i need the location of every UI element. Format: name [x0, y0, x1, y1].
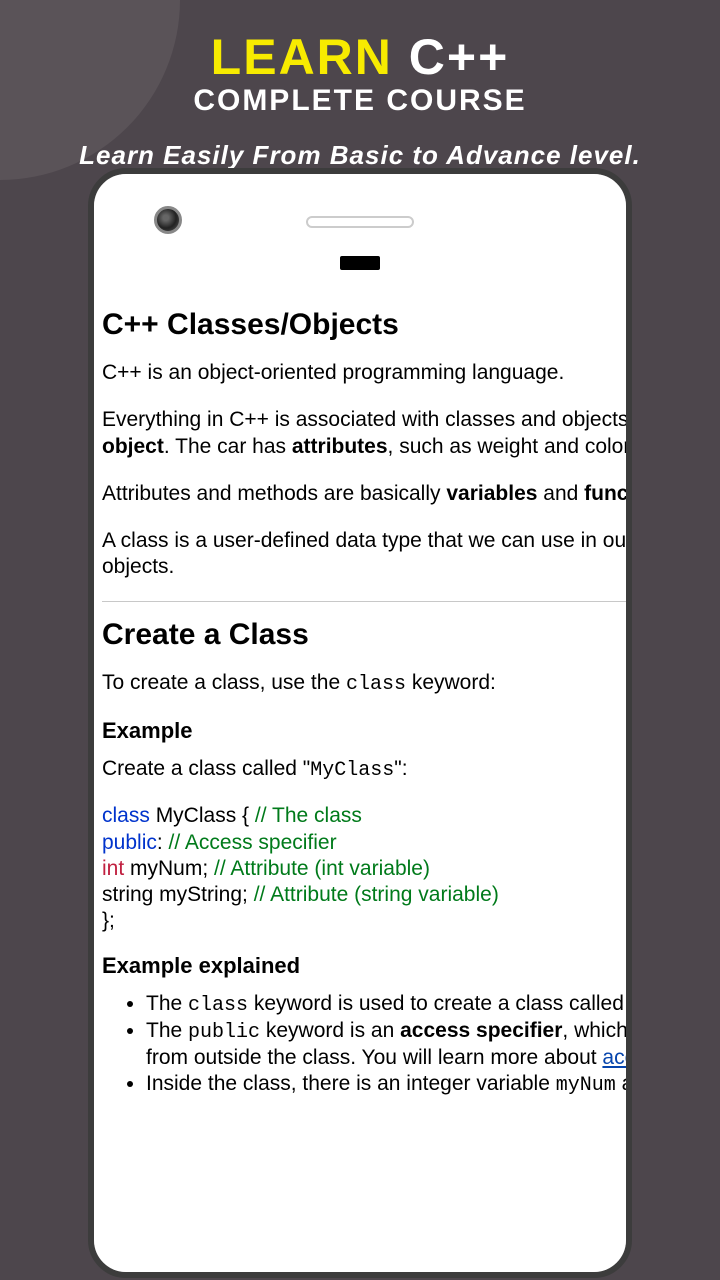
- hero-subtitle: COMPLETE COURSE: [0, 84, 720, 118]
- document-content[interactable]: C++ Classes/Objects C++ is an object-ori…: [94, 284, 626, 1272]
- paragraph: To create a class, use the class keyword…: [102, 670, 626, 698]
- paragraph: Everything in C++ is associated with cla…: [102, 407, 626, 461]
- explanation-list: The class keyword is used to create a cl…: [146, 991, 626, 1098]
- paragraph: C++ is an object-oriented programming la…: [102, 360, 626, 387]
- hero-header: LEARN C++ COMPLETE COURSE Learn Easily F…: [0, 0, 720, 171]
- example-heading: Example: [102, 718, 626, 744]
- list-item: The public keyword is an access specifie…: [146, 1018, 626, 1071]
- paragraph: Create a class called "MyClass":: [102, 756, 626, 784]
- paragraph: Attributes and methods are basically var…: [102, 481, 626, 508]
- speaker-grille: [306, 216, 414, 228]
- example-explained-heading: Example explained: [102, 953, 626, 979]
- section-title-create: Create a Class: [102, 618, 626, 652]
- code-block: class MyClass { // The class public: // …: [102, 803, 626, 934]
- access-link[interactable]: acc: [602, 1046, 626, 1069]
- hero-title: LEARN C++: [0, 28, 720, 86]
- list-item: Inside the class, there is an integer va…: [146, 1071, 626, 1098]
- hero-tagline: Learn Easily From Basic to Advance level…: [0, 140, 720, 171]
- status-bar-pill: [340, 256, 380, 270]
- paragraph: A class is a user-defined data type that…: [102, 528, 626, 582]
- phone-top-bezel: [94, 174, 626, 284]
- hero-word-learn: LEARN: [211, 29, 393, 85]
- list-item: The class keyword is used to create a cl…: [146, 991, 626, 1018]
- hero-word-cpp: C++: [409, 29, 510, 85]
- phone-frame: C++ Classes/Objects C++ is an object-ori…: [88, 168, 632, 1278]
- divider: [102, 601, 626, 602]
- camera-icon: [154, 206, 182, 234]
- section-title-classes: C++ Classes/Objects: [102, 308, 626, 342]
